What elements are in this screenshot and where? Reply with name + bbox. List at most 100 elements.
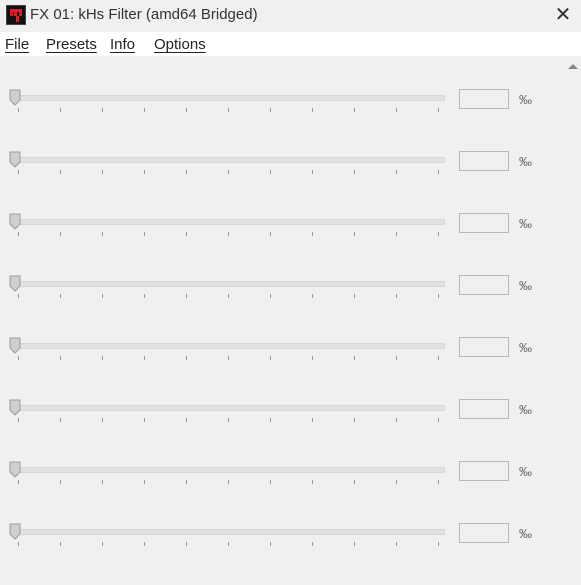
slider-tick bbox=[438, 356, 439, 360]
slider-ticks bbox=[15, 108, 447, 112]
slider-tick bbox=[18, 480, 19, 484]
slider-tick bbox=[186, 418, 187, 422]
slider-tick bbox=[186, 356, 187, 360]
slider-tick bbox=[18, 170, 19, 174]
slider-tick bbox=[438, 108, 439, 112]
parameter-slider[interactable] bbox=[9, 89, 447, 112]
slider-tick bbox=[396, 232, 397, 236]
slider-tick bbox=[228, 480, 229, 484]
parameter-row: ‰ bbox=[0, 461, 565, 523]
parameter-slider[interactable] bbox=[9, 461, 445, 484]
parameter-slider[interactable] bbox=[9, 523, 447, 546]
menu-options[interactable]: Options bbox=[154, 36, 206, 53]
slider-tick bbox=[102, 542, 103, 546]
slider-tick bbox=[396, 418, 397, 422]
slider-track bbox=[11, 157, 445, 163]
slider-tick bbox=[144, 108, 145, 112]
slider-tick bbox=[438, 418, 439, 422]
slider-tick bbox=[186, 232, 187, 236]
close-icon[interactable]: ✕ bbox=[551, 3, 575, 27]
title-bar: FX 01: kHs Filter (amd64 Bridged) ✕ bbox=[0, 0, 581, 32]
slider-tick bbox=[396, 356, 397, 360]
slider-ticks bbox=[15, 294, 447, 298]
slider-ticks bbox=[15, 170, 447, 174]
slider-tick bbox=[18, 356, 19, 360]
slider-tick bbox=[228, 170, 229, 174]
slider-tick bbox=[102, 480, 103, 484]
slider-track bbox=[11, 467, 445, 473]
slider-tick bbox=[60, 480, 61, 484]
slider-track bbox=[11, 405, 445, 411]
slider-tick bbox=[396, 294, 397, 298]
slider-tick bbox=[60, 542, 61, 546]
parameter-value-field[interactable] bbox=[459, 523, 509, 543]
parameter-slider[interactable] bbox=[9, 151, 447, 174]
parameter-value-field[interactable] bbox=[459, 151, 509, 171]
app-logo-icon bbox=[6, 5, 26, 25]
slider-tick bbox=[144, 170, 145, 174]
slider-tick bbox=[60, 418, 61, 422]
parameter-value-field[interactable] bbox=[459, 213, 509, 233]
parameter-slider[interactable] bbox=[9, 337, 445, 360]
slider-tick bbox=[354, 108, 355, 112]
slider-thumb[interactable] bbox=[9, 523, 21, 540]
parameter-slider[interactable] bbox=[9, 213, 445, 236]
slider-tick bbox=[312, 480, 313, 484]
menu-info[interactable]: Info bbox=[110, 36, 135, 53]
slider-ticks bbox=[15, 542, 447, 546]
slider-tick bbox=[60, 170, 61, 174]
parameter-unit-label: ‰ bbox=[519, 526, 532, 541]
slider-thumb[interactable] bbox=[9, 337, 21, 354]
slider-tick bbox=[60, 108, 61, 112]
parameter-value-field[interactable] bbox=[459, 461, 509, 481]
slider-thumb[interactable] bbox=[9, 275, 21, 292]
slider-thumb[interactable] bbox=[9, 89, 21, 106]
vertical-scrollbar[interactable] bbox=[565, 56, 581, 556]
parameter-row: ‰ bbox=[0, 89, 565, 151]
slider-tick bbox=[354, 170, 355, 174]
slider-thumb[interactable] bbox=[9, 213, 21, 230]
slider-thumb[interactable] bbox=[9, 399, 21, 416]
slider-tick bbox=[60, 232, 61, 236]
menu-file[interactable]: File bbox=[5, 36, 29, 53]
slider-tick bbox=[228, 108, 229, 112]
slider-tick bbox=[312, 542, 313, 546]
slider-tick bbox=[354, 542, 355, 546]
parameter-slider[interactable] bbox=[9, 275, 447, 298]
parameter-unit-label: ‰ bbox=[519, 92, 532, 107]
slider-tick bbox=[144, 294, 145, 298]
slider-tick bbox=[144, 480, 145, 484]
slider-tick bbox=[186, 480, 187, 484]
slider-tick bbox=[438, 542, 439, 546]
parameter-value-field[interactable] bbox=[459, 399, 509, 419]
slider-tick bbox=[270, 108, 271, 112]
slider-tick bbox=[18, 108, 19, 112]
slider-tick bbox=[270, 170, 271, 174]
slider-tick bbox=[270, 356, 271, 360]
slider-tick bbox=[186, 108, 187, 112]
slider-tick bbox=[228, 294, 229, 298]
slider-tick bbox=[102, 170, 103, 174]
slider-tick bbox=[144, 232, 145, 236]
slider-tick bbox=[354, 356, 355, 360]
slider-tick bbox=[312, 356, 313, 360]
parameter-value-field[interactable] bbox=[459, 275, 509, 295]
slider-tick bbox=[60, 294, 61, 298]
slider-thumb[interactable] bbox=[9, 461, 21, 478]
parameter-slider[interactable] bbox=[9, 399, 445, 422]
slider-tick bbox=[396, 108, 397, 112]
parameter-unit-label: ‰ bbox=[519, 402, 532, 417]
slider-tick bbox=[144, 356, 145, 360]
slider-tick bbox=[354, 232, 355, 236]
slider-tick bbox=[312, 294, 313, 298]
menu-presets[interactable]: Presets bbox=[46, 36, 97, 53]
slider-tick bbox=[144, 542, 145, 546]
scroll-up-arrow-icon[interactable] bbox=[565, 59, 581, 75]
parameter-value-field[interactable] bbox=[459, 337, 509, 357]
menu-bar: File Presets Info Options bbox=[0, 32, 581, 56]
slider-tick bbox=[228, 418, 229, 422]
parameter-value-field[interactable] bbox=[459, 89, 509, 109]
slider-tick bbox=[270, 232, 271, 236]
slider-track bbox=[11, 343, 445, 349]
slider-thumb[interactable] bbox=[9, 151, 21, 168]
